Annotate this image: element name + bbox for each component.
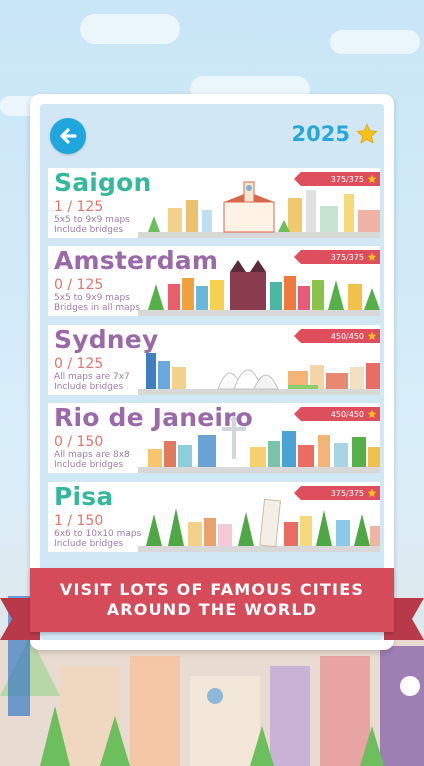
total-score: 2025 bbox=[292, 122, 378, 146]
city-card-pisa[interactable]: Pisa 1 / 150 6x6 to 10x10 maps Include b… bbox=[48, 482, 380, 552]
score-value: 2025 bbox=[291, 122, 350, 146]
city-info: All maps are 8x8 Include bridges bbox=[54, 450, 130, 470]
city-info-maps: All maps are 8x8 bbox=[54, 450, 130, 460]
city-card-saigon[interactable]: Saigon 1 / 125 5x5 to 9x9 maps Include b… bbox=[48, 168, 380, 238]
pisa-skyline-illustration bbox=[138, 498, 380, 552]
city-stars-badge: 375/375 bbox=[294, 250, 380, 264]
background-cloud bbox=[80, 14, 180, 44]
city-info-maps: 5x5 to 9x9 maps bbox=[54, 293, 130, 303]
banner-line-1: VISIT LOTS OF FAMOUS CITIES bbox=[59, 580, 365, 599]
city-progress: 1 / 150 bbox=[54, 513, 104, 529]
star-icon bbox=[367, 252, 377, 261]
city-progress: 1 / 125 bbox=[54, 199, 104, 215]
city-stars-badge: 375/375 bbox=[294, 172, 380, 186]
city-info-maps: 6x6 to 10x10 maps bbox=[54, 529, 142, 539]
city-info-maps: All maps are 7x7 bbox=[54, 372, 130, 382]
saigon-skyline-illustration bbox=[138, 181, 380, 238]
star-icon bbox=[367, 488, 377, 497]
city-info-bridges: Bridges in all maps bbox=[54, 303, 141, 313]
banner-line-2: AROUND THE WORLD bbox=[106, 600, 318, 619]
city-card-rio-de-janeiro[interactable]: Rio de Janeiro 0 / 150 All maps are 8x8 … bbox=[48, 403, 380, 473]
city-progress: 0 / 125 bbox=[54, 356, 104, 372]
city-stars-count: 450/450 bbox=[330, 409, 364, 419]
city-stars-badge: 450/450 bbox=[294, 329, 380, 343]
city-stars-count: 450/450 bbox=[330, 331, 364, 341]
city-name: Rio de Janeiro bbox=[54, 403, 254, 432]
city-card-sydney[interactable]: Sydney 0 / 125 All maps are 7x7 Include … bbox=[48, 325, 380, 395]
city-stars-count: 375/375 bbox=[330, 174, 364, 184]
city-stars-count: 375/375 bbox=[330, 252, 364, 262]
star-icon bbox=[367, 174, 377, 183]
city-stars-badge: 450/450 bbox=[294, 407, 380, 421]
back-button[interactable] bbox=[50, 118, 86, 154]
promo-banner: VISIT LOTS OF FAMOUS CITIES AROUND THE W… bbox=[30, 568, 394, 632]
city-info: All maps are 7x7 Include bridges bbox=[54, 372, 130, 392]
city-info-bridges: Include bridges bbox=[54, 225, 124, 235]
city-name: Saigon bbox=[54, 168, 152, 197]
star-icon bbox=[367, 331, 377, 340]
city-name: Amsterdam bbox=[54, 246, 219, 275]
city-info-bridges: Include bridges bbox=[54, 460, 124, 470]
city-info-bridges: Include bridges bbox=[54, 539, 124, 549]
city-info-maps: 5x5 to 9x9 maps bbox=[54, 215, 130, 225]
city-progress: 0 / 150 bbox=[54, 434, 104, 450]
city-name: Sydney bbox=[54, 325, 159, 354]
city-info-bridges: Include bridges bbox=[54, 382, 124, 392]
city-stars-badge: 375/375 bbox=[294, 486, 380, 500]
city-info: 5x5 to 9x9 maps Bridges in all maps bbox=[54, 293, 140, 313]
sydney-skyline-illustration bbox=[138, 353, 380, 395]
star-icon bbox=[367, 409, 377, 418]
city-stars-count: 375/375 bbox=[330, 488, 364, 498]
city-name: Pisa bbox=[54, 482, 114, 511]
arrow-left-icon bbox=[60, 128, 77, 144]
star-icon bbox=[356, 123, 378, 144]
city-info: 5x5 to 9x9 maps Include bridges bbox=[54, 215, 130, 235]
background-cloud bbox=[330, 30, 420, 54]
city-card-amsterdam[interactable]: Amsterdam 0 / 125 5x5 to 9x9 maps Bridge… bbox=[48, 246, 380, 316]
city-info: 6x6 to 10x10 maps Include bridges bbox=[54, 529, 141, 549]
city-progress: 0 / 125 bbox=[54, 277, 104, 293]
